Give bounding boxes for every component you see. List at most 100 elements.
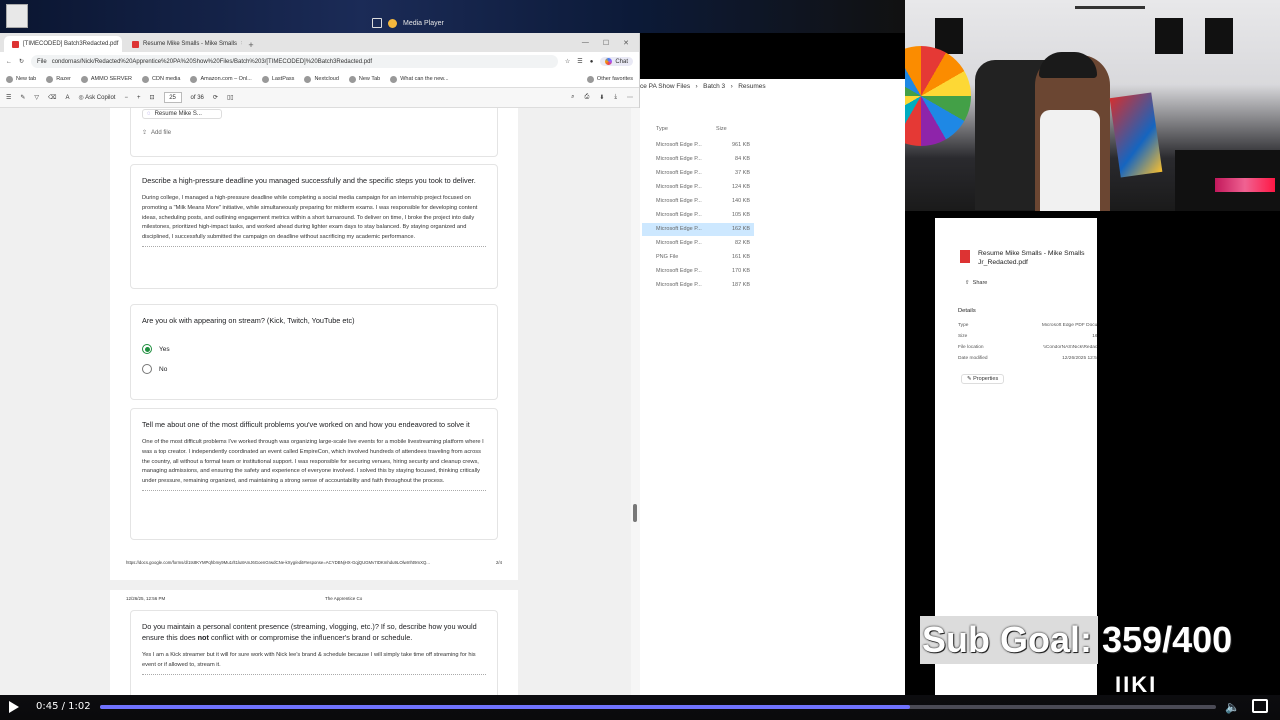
file-size: 161 KB	[731, 254, 750, 260]
bookmark-item[interactable]: Nextcloud	[304, 75, 339, 83]
fullscreen-icon[interactable]	[1252, 699, 1268, 713]
breadcrumb-item[interactable]: ce PA Show Files	[640, 83, 690, 90]
file-row[interactable]: Microsoft Edge P... 84 KB	[642, 153, 754, 166]
tab-bar: [TIMECODED] Batch3Redacted.pdf × Resume …	[0, 33, 639, 52]
profile-icon[interactable]: ●	[590, 59, 594, 65]
save-icon[interactable]: ⬇	[599, 94, 604, 101]
favorites-icon[interactable]: ☰	[577, 58, 582, 65]
close-icon[interactable]: ×	[241, 41, 242, 47]
bookmark-label: Nextcloud	[314, 76, 339, 82]
option-yes[interactable]: Yes	[142, 344, 486, 354]
tab-resume-pdf[interactable]: Resume Mike Smalls - Mike Smalls ×	[124, 36, 242, 52]
bookmark-item[interactable]: Amazon.com – Onl...	[190, 75, 252, 83]
radio-unselected[interactable]	[142, 364, 152, 374]
add-file-button[interactable]: ⇪ Add file	[142, 129, 486, 137]
scrollbar[interactable]	[631, 108, 640, 695]
file-row[interactable]: Microsoft Edge P... 124 KB	[642, 181, 754, 194]
refresh-icon[interactable]: ↻	[19, 58, 24, 65]
radio-selected[interactable]	[142, 344, 152, 354]
volume-icon[interactable]: 🔈	[1225, 700, 1241, 714]
question-card: Do you maintain a personal content prese…	[130, 610, 498, 695]
uploaded-file-chip[interactable]: ◌ Resume Mike S...	[142, 109, 222, 119]
chat-button[interactable]: Chat	[600, 57, 633, 66]
zoom-out-icon[interactable]: −	[124, 95, 128, 101]
detail-value: 161 KB	[1003, 334, 1108, 339]
breadcrumb-item[interactable]: Batch 3	[703, 83, 725, 90]
properties-button[interactable]: ✎ Properties	[961, 374, 1005, 384]
file-row[interactable]: PNG File 161 KB	[642, 251, 754, 264]
file-row[interactable]: Microsoft Edge P... 187 KB	[642, 279, 754, 292]
new-tab-button[interactable]: +	[244, 38, 258, 52]
contents-icon[interactable]: ☰	[6, 94, 11, 101]
bookmark-icon	[348, 75, 356, 83]
bookmark-item[interactable]: New Tab	[348, 75, 380, 83]
other-favorites-label: Other favorites	[596, 76, 633, 82]
bookmark-item[interactable]: LastPass	[261, 75, 295, 83]
bookmark-item[interactable]: AMMO SERVER	[80, 75, 133, 83]
seek-progress	[100, 705, 911, 709]
pdf-viewer[interactable]: ◌ Resume Mike S... ⇪ Add file Describe a…	[0, 108, 640, 695]
play-icon[interactable]	[6, 699, 20, 715]
media-player-titlebar[interactable]: Media Player	[372, 14, 444, 32]
file-row[interactable]: Microsoft Edge P... 82 KB	[642, 237, 754, 250]
file-type: Microsoft Edge P...	[656, 240, 702, 246]
favorite-star-icon[interactable]: ☆	[565, 58, 570, 65]
seek-bar[interactable]	[100, 705, 1216, 709]
ask-copilot-button[interactable]: ◎ Ask Copilot	[79, 94, 116, 101]
column-header-size[interactable]: Size	[716, 126, 727, 132]
upload-icon: ⇪	[142, 130, 148, 136]
file-size: 105 KB	[731, 212, 750, 218]
bookmark-item[interactable]: What can the new...	[390, 75, 449, 83]
share-button[interactable]: ⇧ Share	[965, 280, 987, 286]
file-row[interactable]: Microsoft Edge P... 170 KB	[642, 265, 754, 278]
bookmark-label: Razer	[56, 76, 71, 82]
media-player-icon	[388, 18, 397, 28]
zoom-in-icon[interactable]: +	[137, 95, 141, 101]
bookmark-label: AMMO SERVER	[90, 76, 133, 82]
close-window-icon[interactable]: ✕	[623, 39, 629, 47]
ceiling-fan	[1075, 6, 1145, 18]
page-header-date: 12/26/25, 12:56 PM	[126, 596, 166, 601]
column-header-type[interactable]: Type	[656, 126, 668, 132]
back-icon[interactable]: ←	[6, 59, 12, 65]
file-row[interactable]: Microsoft Edge P... 37 KB	[642, 167, 754, 180]
url-field[interactable]: File condornas/Nick/Redacted%20Apprentic…	[31, 55, 558, 68]
file-scheme-label: File	[37, 58, 47, 65]
highlight-icon[interactable]: ✎	[20, 94, 25, 101]
file-upload-card: ◌ Resume Mike S... ⇪ Add file	[130, 108, 498, 157]
desktop-file-icon[interactable]	[6, 4, 28, 28]
file-type: Microsoft Edge P...	[656, 268, 702, 274]
two-page-icon[interactable]: ▯▯	[227, 94, 234, 101]
page-header-title: The Apprentice Co	[325, 596, 363, 601]
draw-icon[interactable]: ▽	[34, 94, 39, 101]
bookmark-label: LastPass	[271, 76, 295, 82]
rotate-icon[interactable]: ⟳	[213, 94, 218, 101]
other-favorites[interactable]: Other favorites	[586, 75, 633, 83]
page-number-input[interactable]: 25	[163, 92, 182, 103]
search-icon[interactable]: ⌕	[571, 94, 574, 101]
media-player-title: Media Player	[403, 19, 444, 27]
read-aloud-icon[interactable]: A	[66, 95, 70, 101]
home-icon[interactable]	[372, 18, 382, 28]
bookmark-item[interactable]: CDN media	[142, 75, 180, 83]
scrollbar-thumb[interactable]	[633, 504, 637, 522]
fit-page-icon[interactable]: ⊡	[150, 94, 155, 101]
minimize-icon[interactable]: —	[582, 39, 589, 47]
file-row[interactable]: Microsoft Edge P... 105 KB	[642, 209, 754, 222]
bookmark-item[interactable]: New tab	[6, 75, 37, 83]
file-row[interactable]: Microsoft Edge P... 140 KB	[642, 195, 754, 208]
file-row[interactable]: Microsoft Edge P... 162 KB	[642, 223, 754, 236]
erase-icon[interactable]: ⌫	[48, 94, 56, 101]
maximize-icon[interactable]: ☐	[603, 39, 609, 47]
file-type: PNG File	[656, 254, 679, 260]
details-filename: Resume Mike Smalls - Mike Smalls Jr_Reda…	[978, 250, 1085, 266]
bookmark-label: New tab	[16, 76, 37, 82]
tab-batch3-pdf[interactable]: [TIMECODED] Batch3Redacted.pdf ×	[4, 36, 122, 52]
print-icon[interactable]: ⎙	[585, 94, 590, 101]
file-row[interactable]: Microsoft Edge P... 961 KB	[642, 139, 754, 152]
save-as-icon[interactable]: ⤓	[614, 94, 617, 101]
more-icon[interactable]: ⋯	[627, 94, 633, 101]
breadcrumb-item[interactable]: Resumes	[738, 83, 765, 90]
option-no[interactable]: No	[142, 364, 486, 374]
bookmark-item[interactable]: Razer	[46, 75, 71, 83]
